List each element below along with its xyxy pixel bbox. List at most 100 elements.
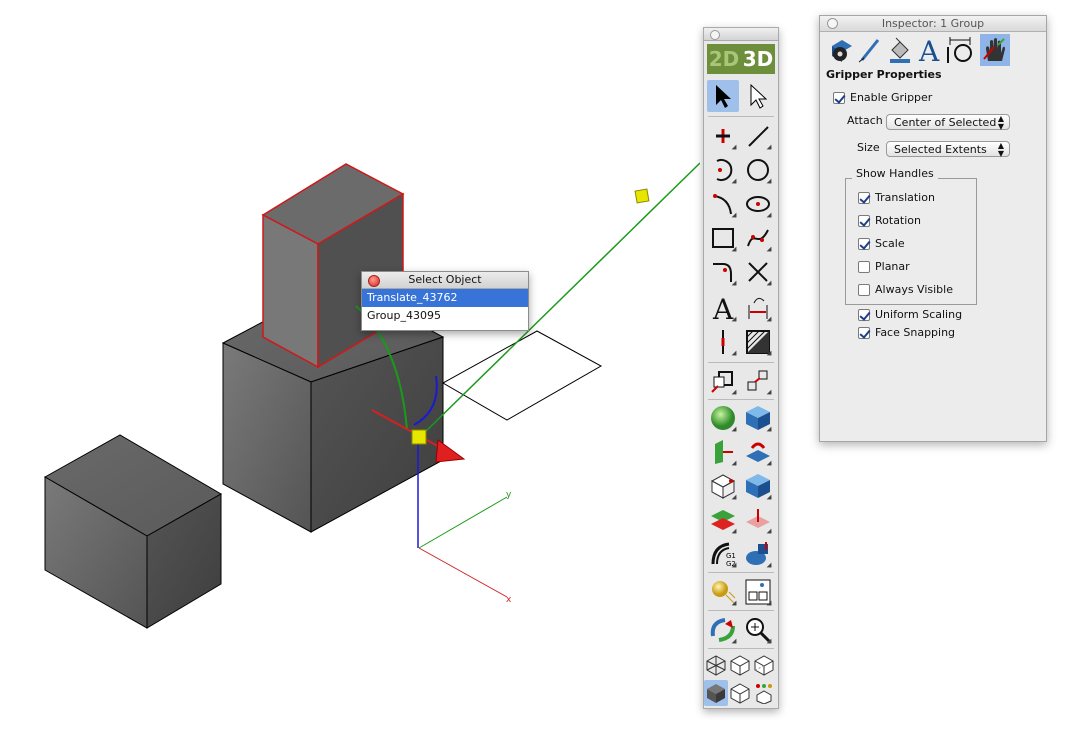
checkbox-translation[interactable] [858, 191, 870, 204]
trim-icon [748, 262, 768, 282]
close-icon[interactable] [368, 275, 380, 287]
tab-pen[interactable] [855, 34, 885, 66]
hidden-cube-icon [730, 655, 750, 676]
inspector-title: Inspector: 1 Group [881, 17, 985, 30]
uniform-scaling-checkbox[interactable]: Uniform Scaling [858, 308, 962, 321]
hidden-line-view-button[interactable] [752, 652, 776, 678]
always-visible-checkbox[interactable]: Always Visible [858, 283, 953, 296]
scale-checkbox[interactable]: Scale [858, 237, 905, 250]
paint-bucket-icon [890, 37, 910, 63]
checkbox-planar[interactable] [858, 260, 870, 273]
hidden-line-cube-icon [754, 655, 774, 676]
mode-2d-button[interactable]: 2D [707, 44, 741, 74]
boolean-tool[interactable] [742, 538, 774, 570]
inspector-window[interactable]: Inspector: 1 Group A Gripper Properties … [819, 15, 1047, 442]
select-object-window[interactable]: Select Object Translate_43762 Group_4309… [361, 271, 529, 331]
size-dropdown[interactable]: Selected Extents ▲ ▼ [886, 141, 1010, 158]
size-label: Size [857, 141, 880, 154]
render-options-button[interactable] [752, 680, 776, 706]
select-object-titlebar[interactable]: Select Object [362, 272, 528, 289]
fillet-tool[interactable] [707, 256, 739, 288]
gradient-tool[interactable]: G1 G2 [707, 538, 739, 570]
checkbox-uniform-scaling[interactable] [858, 308, 870, 321]
layout-icon [745, 579, 771, 605]
select-object-item-translate[interactable]: Translate_43762 [362, 289, 528, 307]
shaded-view-button[interactable] [704, 680, 728, 706]
wire-view-button[interactable] [704, 652, 728, 678]
checkbox-scale[interactable] [858, 237, 870, 250]
sweep-tool[interactable] [742, 504, 774, 536]
tab-gripper[interactable] [980, 34, 1010, 66]
tab-text[interactable]: A [915, 34, 945, 66]
ellipse-icon [746, 196, 770, 212]
wireframe-cube-icon [706, 655, 726, 676]
enable-gripper-checkbox[interactable]: Enable Gripper [833, 91, 932, 104]
spline-tool[interactable] [742, 222, 774, 254]
move-solid-tool[interactable] [742, 436, 774, 468]
layers-tool[interactable] [707, 504, 739, 536]
checkbox-face-snapping[interactable] [858, 326, 870, 339]
direct-select-tool[interactable] [742, 80, 774, 112]
rectangle-tool[interactable] [707, 222, 739, 254]
tool-palette[interactable]: 2D 3D A G1 G2 [703, 27, 779, 709]
3d-viewport[interactable]: y x [0, 0, 700, 754]
gradient-icon: G1G2 [711, 542, 736, 568]
tab-dimension[interactable] [945, 34, 975, 66]
tab-paint[interactable] [885, 34, 915, 66]
light-tool[interactable] [707, 576, 739, 608]
face-snapping-checkbox[interactable]: Face Snapping [858, 326, 955, 339]
solid-cube-icon [746, 406, 770, 430]
text-tool[interactable]: A [707, 292, 739, 324]
cutaway-tool[interactable] [742, 470, 774, 502]
extrude-icon [715, 440, 733, 464]
zoom-tool[interactable] [742, 614, 774, 646]
translation-checkbox[interactable]: Translation [858, 191, 935, 204]
close-icon[interactable] [710, 30, 720, 40]
extrude-tool[interactable] [707, 436, 739, 468]
dimension-tool[interactable] [742, 292, 774, 324]
hatch-tool[interactable] [742, 326, 774, 358]
tool-palette-titlebar[interactable] [704, 28, 778, 41]
gripper-properties-heading: Gripper Properties [826, 68, 942, 81]
box-tool[interactable] [707, 470, 739, 502]
select-arrow-tool[interactable] [707, 80, 739, 112]
layout-tool[interactable] [742, 576, 774, 608]
select-object-item-group[interactable]: Group_43095 [362, 307, 528, 325]
rotation-checkbox[interactable]: Rotation [858, 214, 921, 227]
layers-icon [711, 510, 735, 530]
planar-outline [441, 330, 603, 421]
scale-cone-handle[interactable] [435, 439, 466, 463]
arc-tool[interactable] [707, 154, 739, 186]
scale-tool[interactable] [742, 365, 774, 397]
checkbox-enable-gripper[interactable] [833, 91, 845, 104]
planar-checkbox[interactable]: Planar [858, 260, 910, 273]
close-icon[interactable] [827, 18, 838, 29]
inspector-titlebar[interactable]: Inspector: 1 Group [820, 16, 1046, 32]
tab-object-settings[interactable] [825, 34, 855, 66]
hidden-view-button[interactable] [728, 652, 752, 678]
gripper-center-handle[interactable] [411, 429, 427, 445]
small-cube[interactable] [43, 434, 223, 629]
vertical-line-tool[interactable] [707, 326, 739, 358]
outline-view-button[interactable] [728, 680, 752, 706]
arc-tangent-tool[interactable] [707, 188, 739, 220]
line-icon [748, 126, 769, 147]
trim-tool[interactable] [742, 256, 774, 288]
text-icon: A [712, 294, 734, 322]
ellipse-tool[interactable] [742, 188, 774, 220]
spline-icon [747, 229, 769, 247]
transform-tool[interactable] [707, 365, 739, 397]
checkbox-rotation[interactable] [858, 214, 870, 227]
line-tool[interactable] [742, 120, 774, 152]
point-tool[interactable] [707, 120, 739, 152]
sphere-tool[interactable] [707, 402, 739, 434]
gripper-handle-far[interactable] [634, 188, 650, 204]
circle-tool[interactable] [742, 154, 774, 186]
mode-3d-button[interactable]: 3D [741, 44, 775, 74]
point-icon [716, 129, 730, 143]
attach-dropdown[interactable]: Center of Selected ▲ ▼ [886, 114, 1010, 131]
solid-cube-tool[interactable] [742, 402, 774, 434]
checkbox-always-visible[interactable] [858, 283, 870, 296]
rotate-view-tool[interactable] [707, 614, 739, 646]
mode-switch[interactable]: 2D 3D [707, 44, 775, 74]
